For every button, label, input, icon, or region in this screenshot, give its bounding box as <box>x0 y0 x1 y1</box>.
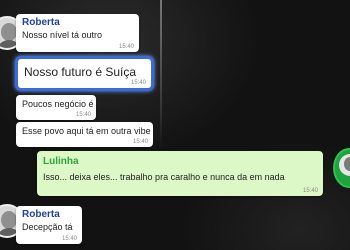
message-bubble-incoming[interactable]: Poucos negócio é bom 15:40 <box>16 95 114 120</box>
avatar-face <box>1 211 17 229</box>
sender-name: Roberta <box>22 17 60 28</box>
message-text: Esse povo aqui tá em outra vibe <box>22 126 151 136</box>
message-time: 15:40 <box>118 44 134 50</box>
message-text: Poucos negócio é bom <box>22 99 114 109</box>
message-bubble-incoming[interactable]: Roberta Nosso nível tá outro 15:40 <box>16 14 139 52</box>
message-time: 15:40 <box>75 112 91 118</box>
message-time: 15:40 <box>302 188 318 194</box>
avatar-face <box>344 157 350 171</box>
message-text: Isso... deixa eles... trabalho pra caral… <box>43 172 285 182</box>
message-time: 15:40 <box>61 236 77 242</box>
message-text: Decepção tá <box>22 222 73 232</box>
message-time: 15:40 <box>130 80 146 86</box>
message-bubble-incoming[interactable]: Esse povo aqui tá em outra vibe 15:40 <box>16 122 153 147</box>
message-text: Nosso nível tá outro <box>22 30 103 40</box>
message-bubble-incoming[interactable]: Roberta Decepção tá 15:40 <box>16 206 82 244</box>
background-light-streak <box>160 0 162 150</box>
message-bubble-highlighted[interactable]: Nosso futuro é Suíça 15:40 <box>15 56 154 91</box>
sender-name: Lulinha <box>43 156 79 167</box>
message-time: 15:40 <box>132 139 148 145</box>
sender-name: Roberta <box>22 209 60 220</box>
avatar-face <box>1 23 17 41</box>
message-bubble-outgoing[interactable]: Lulinha Isso... deixa eles... trabalho p… <box>37 151 323 196</box>
message-text: Nosso futuro é Suíça <box>24 65 137 79</box>
